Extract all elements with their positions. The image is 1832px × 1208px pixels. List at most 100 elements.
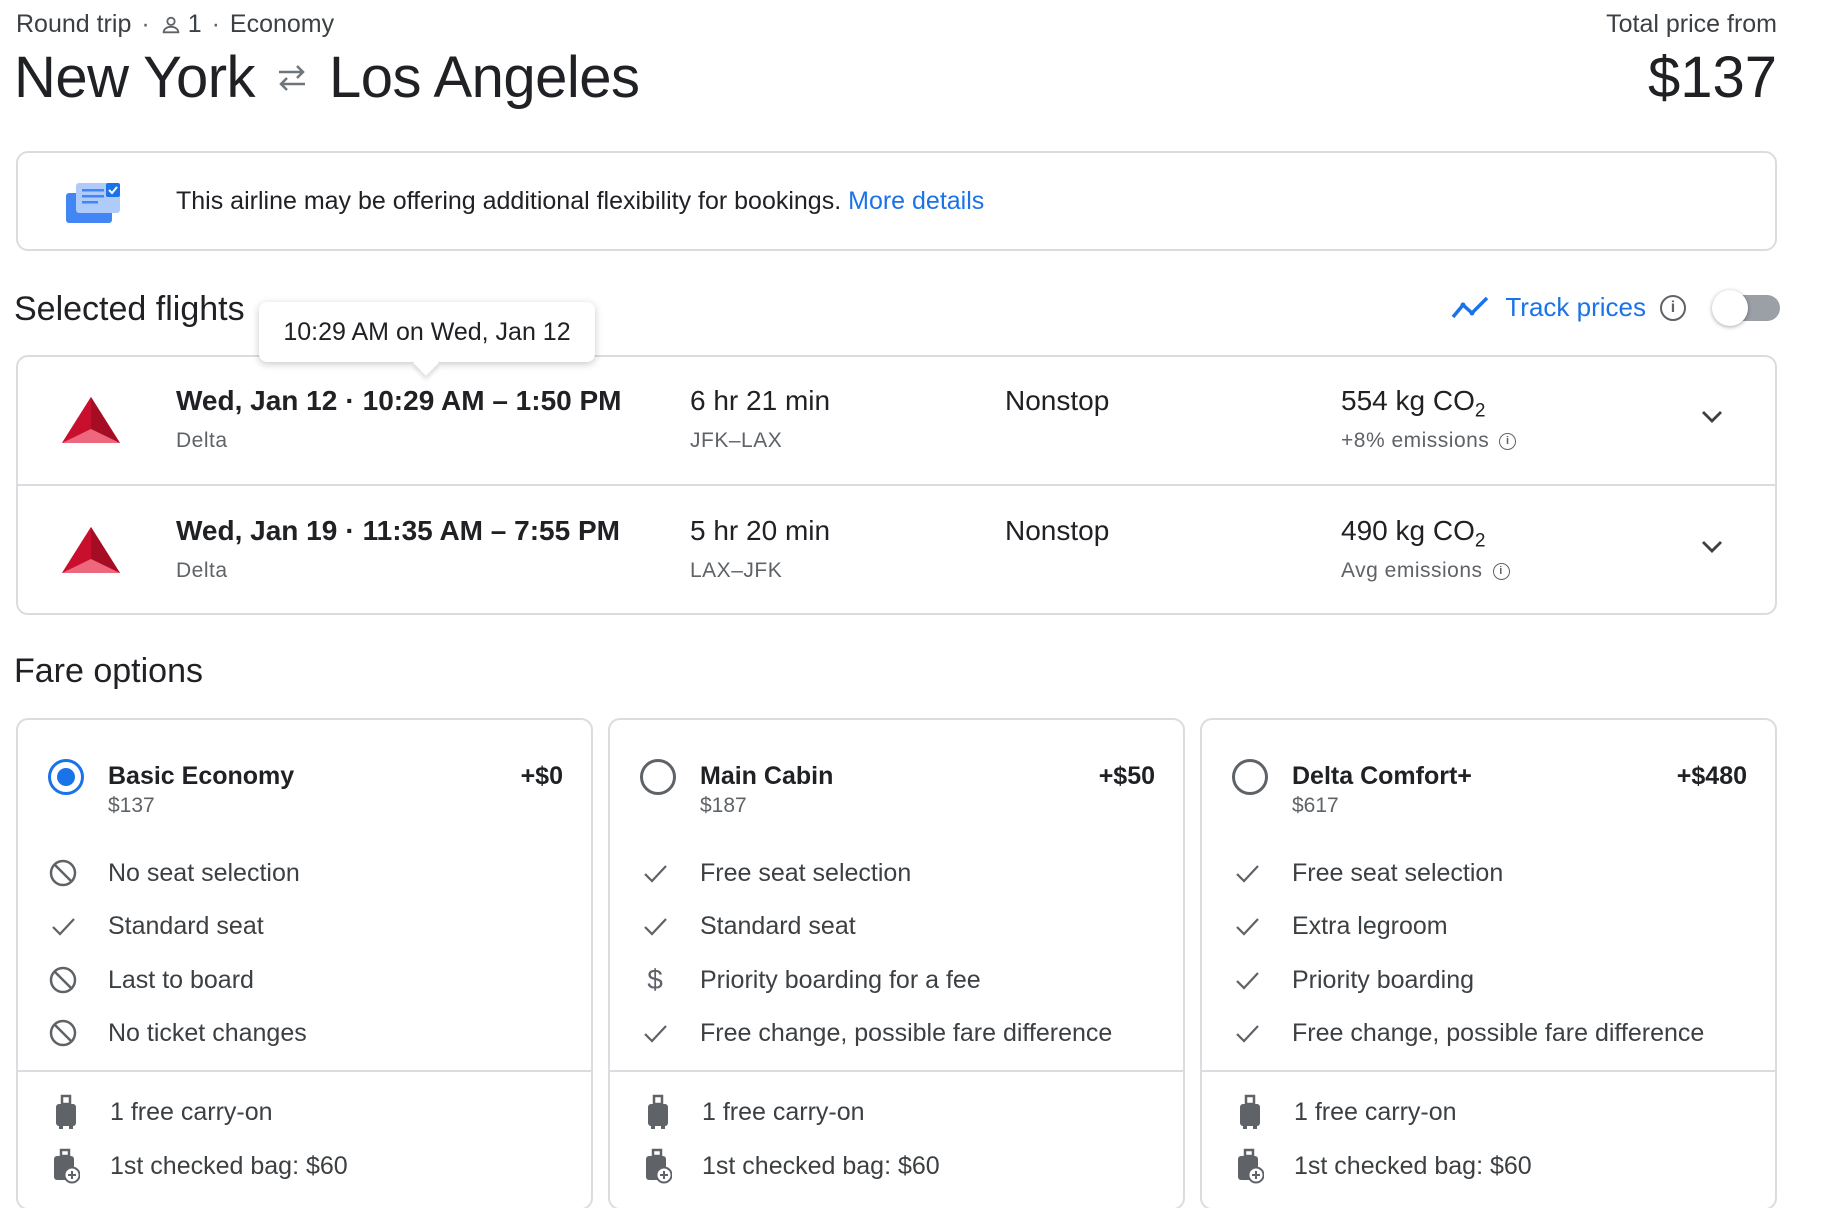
banner-text: This airline may be offering additional … xyxy=(176,187,984,216)
fare-radio[interactable] xyxy=(640,759,676,795)
fare-base-price: $137 xyxy=(108,794,155,817)
check-icon xyxy=(46,909,80,943)
fare-name: Delta Comfort+ xyxy=(1292,762,1472,790)
checked-bag-label: 1st checked bag: $60 xyxy=(110,1151,348,1180)
flight-row[interactable]: Wed, Jan 12 · 10:29 AM – 1:50 PM Delta 6 h… xyxy=(18,357,1775,486)
flight-times: Wed, Jan 12 · 10:29 AM – 1:50 PM xyxy=(176,385,622,417)
separator-dot: · xyxy=(345,515,355,546)
separator-dot: · xyxy=(345,385,355,416)
selected-flights-title: Selected flights xyxy=(14,290,245,328)
track-prices-toggle[interactable] xyxy=(1712,289,1780,326)
cabin-class[interactable]: Economy xyxy=(230,10,334,39)
fare-feature: Priority boarding xyxy=(1230,963,1474,997)
block-icon xyxy=(46,963,80,997)
fare-radio[interactable] xyxy=(48,759,84,795)
carry-on-label: 1 free carry-on xyxy=(1294,1097,1457,1126)
co2-subscript: 2 xyxy=(1474,530,1486,552)
checked-bag-info: 1st checked bag: $60 xyxy=(52,1148,348,1184)
fare-feature: No ticket changes xyxy=(46,1016,307,1050)
separator-dot: · xyxy=(141,10,150,38)
flight-row[interactable]: Wed, Jan 19 · 11:35 AM – 7:55 PM Delta 5 h… xyxy=(18,487,1775,616)
track-prices-label[interactable]: Track prices xyxy=(1505,292,1646,323)
fare-card-main-cabin[interactable]: Main Cabin +$50 $187 Free seat selection… xyxy=(608,718,1185,1208)
chevron-down-icon[interactable] xyxy=(1699,403,1725,429)
ticket-icon xyxy=(66,183,120,223)
flight-date: Wed, Jan 12 xyxy=(176,385,338,416)
fare-name: Main Cabin xyxy=(700,762,834,790)
check-icon xyxy=(638,909,672,943)
flight-duration: 6 hr 21 min xyxy=(690,385,831,416)
carry-on-info: 1 free carry-on xyxy=(644,1094,865,1130)
track-prices: Track prices i xyxy=(1451,289,1780,326)
fare-feature-label: Priority boarding for a fee xyxy=(700,965,981,994)
fare-feature-label: Last to board xyxy=(108,965,254,994)
fare-feature-label: Standard seat xyxy=(700,911,856,940)
flexibility-banner: This airline may be offering additional … xyxy=(16,151,1777,251)
fare-feature-label: Free seat selection xyxy=(700,858,912,887)
fare-name: Basic Economy xyxy=(108,762,295,790)
check-icon xyxy=(638,1016,672,1050)
check-icon xyxy=(1230,909,1264,943)
fare-card-delta-comfort-plus[interactable]: Delta Comfort+ +$480 $617 Free seat sele… xyxy=(1200,718,1777,1208)
check-icon xyxy=(1230,963,1264,997)
checked-bag-icon xyxy=(54,1148,80,1184)
route-title: New York Los Angeles xyxy=(14,44,640,111)
divider xyxy=(1202,1070,1775,1072)
fare-options-title: Fare options xyxy=(14,652,203,690)
emissions-text: +8% emissions xyxy=(1341,429,1490,452)
dollar-icon: $ xyxy=(647,964,663,995)
price-label: Total price from xyxy=(1606,10,1777,38)
fare-feature: Standard seat xyxy=(46,909,264,943)
checked-bag-icon xyxy=(646,1148,672,1184)
check-icon xyxy=(638,856,672,890)
carry-on-bag-icon xyxy=(1240,1094,1260,1129)
destination-city: Los Angeles xyxy=(329,45,640,110)
fare-feature: Last to board xyxy=(46,963,254,997)
fare-price-delta: +$480 xyxy=(1676,762,1747,790)
trend-icon xyxy=(1452,296,1489,318)
checked-bag-info: 1st checked bag: $60 xyxy=(644,1148,940,1184)
checked-bag-icon xyxy=(1238,1148,1264,1184)
flight-date: Wed, Jan 19 xyxy=(176,515,338,546)
flight-route: JFK–LAX xyxy=(690,429,783,452)
checked-bag-label: 1st checked bag: $60 xyxy=(1294,1151,1532,1180)
fare-radio[interactable] xyxy=(1232,759,1268,795)
check-icon xyxy=(1230,1016,1264,1050)
airline-name: Delta xyxy=(176,429,228,452)
checked-bag-label: 1st checked bag: $60 xyxy=(702,1151,940,1180)
checked-bag-info: 1st checked bag: $60 xyxy=(1236,1148,1532,1184)
fare-feature-label: Free change, possible fare difference xyxy=(700,1018,1113,1047)
departure-tooltip: 10:29 AM on Wed, Jan 12 xyxy=(259,302,595,362)
emissions-note: Avg emissions i xyxy=(1341,559,1510,583)
co2-amount: 554 kg CO2 xyxy=(1341,385,1485,423)
fare-feature-label: Priority boarding xyxy=(1292,965,1475,994)
block-icon xyxy=(46,856,80,890)
passenger-count[interactable]: 1 xyxy=(160,10,202,39)
fare-feature: Standard seat xyxy=(638,909,856,943)
passenger-count-value: 1 xyxy=(187,10,202,38)
co2-amount: 490 kg CO2 xyxy=(1341,515,1485,553)
fare-base-price: $187 xyxy=(700,794,747,817)
info-icon[interactable]: i xyxy=(1499,432,1517,450)
carry-on-label: 1 free carry-on xyxy=(110,1097,273,1126)
trip-summary: Round trip · 1 · Economy xyxy=(16,10,334,39)
delta-logo-icon xyxy=(62,397,120,443)
trip-type[interactable]: Round trip xyxy=(16,10,131,39)
fare-options-list: Basic Economy +$0 $137 No seat selection… xyxy=(16,718,1777,1208)
toggle-knob xyxy=(1712,289,1748,326)
person-icon xyxy=(162,16,179,33)
fare-card-basic-economy[interactable]: Basic Economy +$0 $137 No seat selection… xyxy=(16,718,593,1208)
info-icon[interactable]: i xyxy=(1660,294,1686,321)
co2-subscript: 2 xyxy=(1474,400,1486,422)
chevron-down-icon[interactable] xyxy=(1699,533,1725,559)
divider xyxy=(18,1070,591,1072)
more-details-link[interactable]: More details xyxy=(848,187,984,215)
fare-feature: Extra legroom xyxy=(1230,909,1448,943)
fare-feature-label: No ticket changes xyxy=(108,1018,307,1047)
info-icon[interactable]: i xyxy=(1492,562,1510,580)
fare-feature: Free seat selection xyxy=(638,856,911,890)
co2-value: 554 kg CO xyxy=(1341,385,1475,416)
emissions-note: +8% emissions i xyxy=(1341,429,1517,453)
fare-base-price: $617 xyxy=(1292,794,1339,817)
delta-logo-icon xyxy=(62,527,120,573)
